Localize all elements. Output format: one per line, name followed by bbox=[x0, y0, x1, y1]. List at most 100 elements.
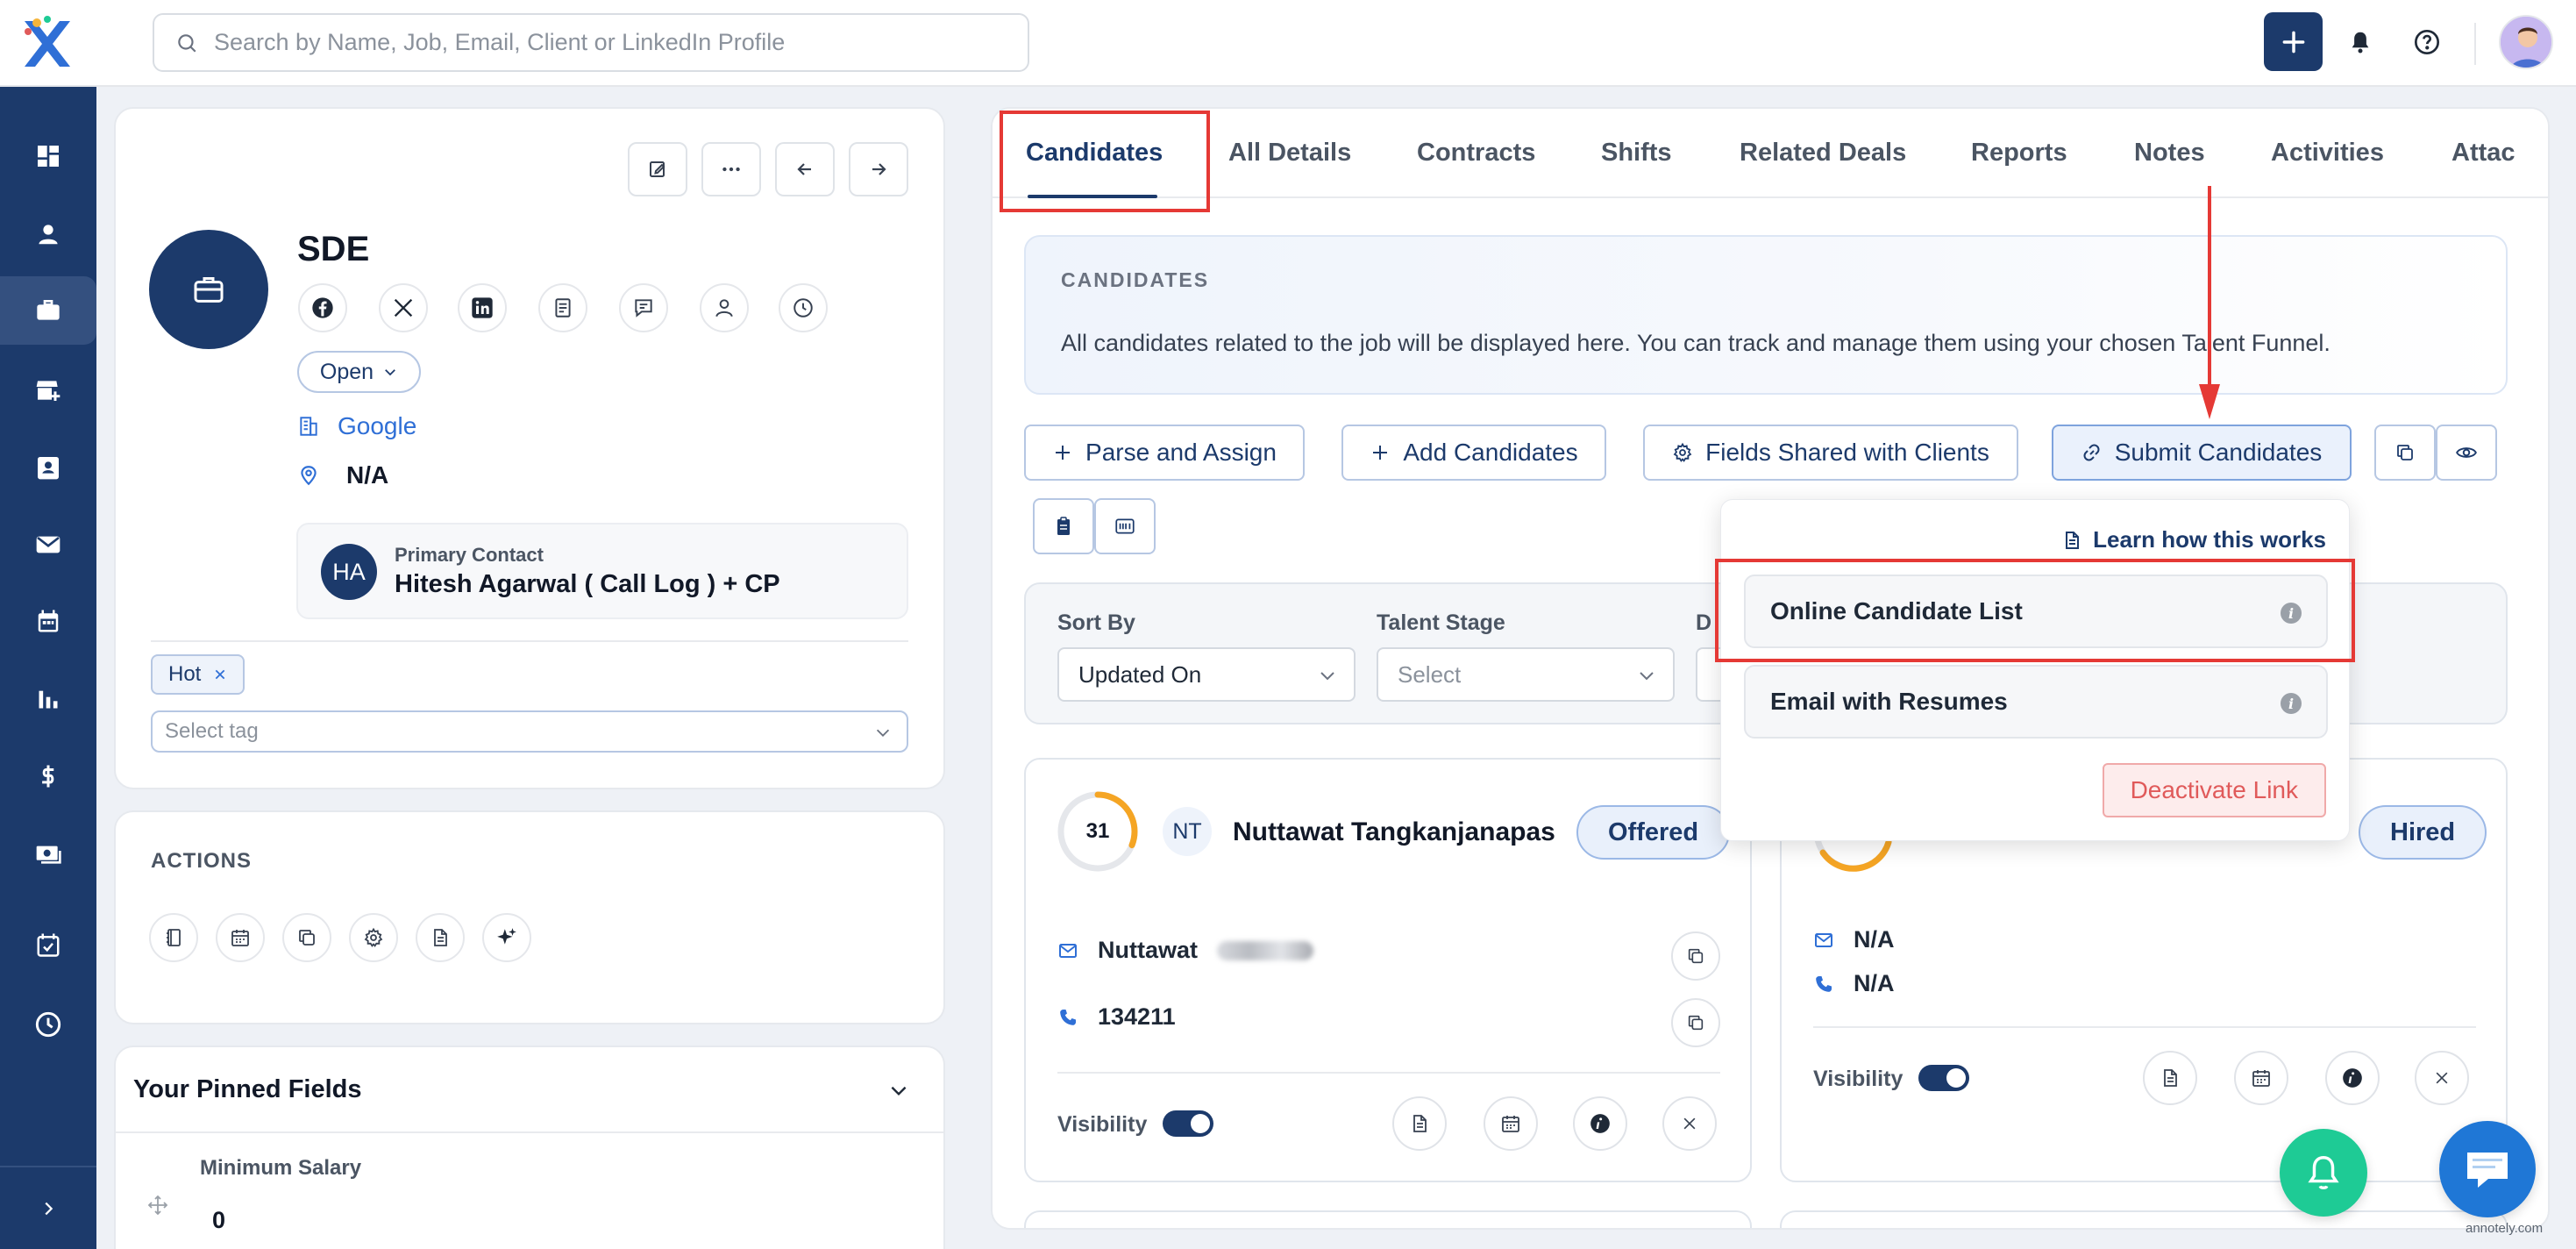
linkedin-link[interactable] bbox=[458, 283, 507, 332]
resume-button[interactable] bbox=[2143, 1051, 2197, 1105]
sidebar-item-dashboard[interactable] bbox=[0, 122, 96, 190]
list-view-button[interactable] bbox=[1094, 498, 1156, 554]
sidebar-item-payments[interactable] bbox=[0, 820, 96, 889]
info-icon[interactable]: i bbox=[2281, 693, 2302, 714]
primary-contact-card[interactable]: HA Primary Contact Hitesh Agarwal ( Call… bbox=[296, 523, 908, 619]
menu-item-email-with-resumes[interactable]: Email with Resumes i bbox=[1744, 665, 2328, 739]
visibility-toggle[interactable] bbox=[1163, 1110, 1213, 1137]
phone-value: 134211 bbox=[1098, 1003, 1176, 1030]
tab-notes[interactable]: Notes bbox=[2134, 139, 2205, 168]
chat-support-fab[interactable] bbox=[2439, 1121, 2536, 1217]
talent-stage-select[interactable]: Select bbox=[1377, 647, 1675, 702]
user-avatar[interactable] bbox=[2499, 15, 2553, 69]
building-icon bbox=[300, 417, 317, 436]
remove-candidate-button[interactable] bbox=[1662, 1096, 1717, 1151]
sidebar-item-tasks[interactable] bbox=[0, 910, 96, 979]
annotation-highlight-online-list bbox=[1715, 559, 2355, 662]
remove-tag-button[interactable] bbox=[213, 667, 227, 682]
assignee-link[interactable] bbox=[700, 283, 749, 332]
sidebar-expand-button[interactable] bbox=[0, 1166, 96, 1249]
action-settings[interactable] bbox=[349, 913, 398, 962]
tab-activities[interactable]: Activities bbox=[2271, 139, 2384, 168]
sidebar-item-history[interactable] bbox=[0, 990, 96, 1059]
calendar-icon bbox=[38, 610, 59, 632]
tab-all-details[interactable]: All Details bbox=[1228, 139, 1351, 168]
add-candidates-button[interactable]: Add Candidates bbox=[1341, 425, 1606, 481]
drag-handle[interactable] bbox=[147, 1195, 168, 1216]
help-icon[interactable] bbox=[2409, 25, 2444, 60]
job-status-dropdown[interactable]: Open bbox=[297, 351, 421, 393]
facebook-link[interactable] bbox=[298, 283, 347, 332]
candidate-card[interactable] bbox=[1024, 1210, 1752, 1228]
candidate-card[interactable]: 31 NT Nuttawat Tangkanjanapas Offered Nu… bbox=[1024, 758, 1752, 1182]
resume-button[interactable] bbox=[1392, 1096, 1447, 1151]
sidebar-item-jobs[interactable] bbox=[0, 276, 96, 345]
company-link[interactable]: Google bbox=[297, 412, 416, 440]
global-search[interactable]: Search by Name, Job, Email, Client or Li… bbox=[153, 13, 1029, 72]
copy-icon bbox=[1688, 948, 1704, 964]
schedule-button[interactable] bbox=[1484, 1096, 1538, 1151]
collapse-pinned-button[interactable] bbox=[887, 1079, 910, 1102]
deactivate-link-button[interactable]: Deactivate Link bbox=[2102, 763, 2326, 817]
action-duplicate[interactable] bbox=[282, 913, 331, 962]
tab-attachments[interactable]: Attac bbox=[2451, 139, 2516, 168]
pinned-field-value: 0 bbox=[212, 1207, 226, 1233]
candidate-card[interactable] bbox=[1780, 1210, 2508, 1228]
action-schedule[interactable] bbox=[216, 913, 265, 962]
document-icon bbox=[2164, 1069, 2177, 1087]
fields-shared-label: Fields Shared with Clients bbox=[1705, 439, 1989, 466]
visibility-toggle[interactable] bbox=[1918, 1065, 1969, 1091]
tab-contracts[interactable]: Contracts bbox=[1417, 139, 1535, 168]
copy-icon bbox=[299, 930, 315, 946]
more-options-button[interactable] bbox=[701, 142, 761, 196]
kanban-view-button[interactable] bbox=[1033, 498, 1094, 554]
edit-button[interactable] bbox=[628, 142, 687, 196]
notification-bell-icon[interactable] bbox=[2343, 25, 2378, 60]
info-button[interactable] bbox=[2325, 1051, 2380, 1105]
action-document[interactable] bbox=[416, 913, 465, 962]
x-twitter-link[interactable] bbox=[379, 283, 428, 332]
tab-reports[interactable]: Reports bbox=[1971, 139, 2067, 168]
main-sidebar bbox=[0, 87, 96, 1249]
stage-badge[interactable]: Hired bbox=[2359, 805, 2487, 860]
candidate-name[interactable]: Nuttawat Tangkanjanapas bbox=[1233, 817, 1555, 847]
app-logo[interactable] bbox=[16, 12, 79, 75]
parse-assign-button[interactable]: Parse and Assign bbox=[1024, 425, 1305, 481]
next-button[interactable] bbox=[849, 142, 908, 196]
schedule-button[interactable] bbox=[2234, 1051, 2288, 1105]
eye-icon bbox=[2456, 447, 2477, 458]
copy-link-button[interactable] bbox=[2374, 425, 2436, 481]
stage-badge[interactable]: Offered bbox=[1576, 805, 1731, 860]
history-link[interactable] bbox=[779, 283, 828, 332]
preview-button[interactable] bbox=[2436, 425, 2497, 481]
job-description-link[interactable] bbox=[538, 283, 587, 332]
submit-candidates-button[interactable]: Submit Candidates bbox=[2052, 425, 2352, 481]
learn-how-link[interactable]: Learn how this works bbox=[2061, 526, 2326, 553]
notifications-fab[interactable] bbox=[2280, 1129, 2367, 1217]
action-notebook[interactable] bbox=[149, 913, 198, 962]
remove-candidate-button[interactable] bbox=[2415, 1051, 2469, 1105]
task-check-icon bbox=[37, 933, 60, 957]
previous-button[interactable] bbox=[775, 142, 835, 196]
create-new-button[interactable] bbox=[2264, 12, 2323, 71]
tag-select[interactable]: Select tag bbox=[151, 710, 908, 753]
sidebar-item-billing[interactable] bbox=[0, 742, 96, 810]
tab-shifts[interactable]: Shifts bbox=[1601, 139, 1672, 168]
copy-email-button[interactable] bbox=[1671, 931, 1720, 981]
divider bbox=[151, 640, 908, 642]
copy-phone-button[interactable] bbox=[1671, 998, 1720, 1047]
sidebar-item-contacts[interactable] bbox=[0, 433, 96, 502]
sidebar-item-calendar[interactable] bbox=[0, 587, 96, 655]
copy-icon bbox=[2397, 445, 2413, 460]
sidebar-item-reports[interactable] bbox=[0, 665, 96, 733]
comments-link[interactable] bbox=[619, 283, 668, 332]
sidebar-item-candidates[interactable] bbox=[0, 200, 96, 268]
sidebar-item-clients[interactable] bbox=[0, 356, 96, 425]
fields-shared-button[interactable]: Fields Shared with Clients bbox=[1643, 425, 2018, 481]
tab-related-deals[interactable]: Related Deals bbox=[1740, 139, 1906, 168]
action-ai-assist[interactable] bbox=[482, 913, 531, 962]
link-icon bbox=[2083, 444, 2100, 461]
sidebar-item-email[interactable] bbox=[0, 510, 96, 579]
sort-by-select[interactable]: Updated On bbox=[1057, 647, 1356, 702]
info-button[interactable] bbox=[1573, 1096, 1627, 1151]
